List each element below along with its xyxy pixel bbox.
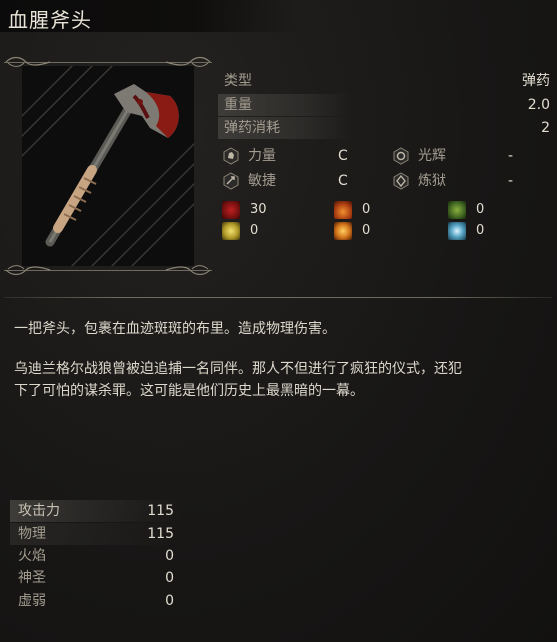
attack-label: 火焰: [18, 548, 46, 564]
fire-status-icon: [334, 201, 352, 219]
effect-value: 0: [362, 223, 371, 238]
scaling-grade: C: [338, 173, 348, 189]
explosion-icon: [334, 222, 352, 240]
attack-row-physical: 物理 115: [10, 523, 178, 545]
attack-value: 115: [147, 526, 174, 542]
attack-value: 0: [165, 593, 174, 609]
attack-label: 神圣: [18, 570, 46, 586]
scaling-label: 炼狱: [418, 173, 446, 189]
radiance-icon: [393, 147, 409, 165]
effect-holy: 0: [222, 221, 332, 241]
bleed-icon: [222, 201, 240, 219]
effect-poison: 0: [448, 200, 557, 220]
effect-fire: 0: [334, 200, 444, 220]
item-image: [22, 66, 194, 266]
effect-bleed: 30: [222, 200, 332, 220]
strength-icon: [223, 147, 239, 165]
attack-row-holy: 神圣 0: [10, 567, 178, 589]
effect-value: 0: [476, 223, 485, 238]
weight-row: 重量 2.0: [218, 94, 552, 116]
attack-value: 0: [165, 570, 174, 586]
effect-value: 0: [250, 223, 259, 238]
dexterity-icon: [223, 172, 239, 190]
frost-icon: [448, 222, 466, 240]
description-line-3: 下了可怕的谋杀罪。这可能是他们历史上最黑暗的一幕。: [14, 383, 364, 399]
description-line-2: 乌迪兰格尔战狼曾被迫追捕一名同伴。那人不但进行了疯狂的仪式，还犯: [14, 361, 462, 377]
section-divider: [4, 297, 552, 298]
ammo-cost-row: 弹药消耗 2: [218, 117, 552, 139]
effect-value: 0: [476, 202, 485, 217]
item-title: 血腥斧头: [8, 8, 92, 32]
type-label: 类型: [224, 73, 252, 89]
poison-icon: [448, 201, 466, 219]
attack-row-fire: 火焰 0: [10, 545, 178, 567]
scaling-label: 力量: [248, 148, 276, 164]
scaling-grade: -: [508, 148, 514, 164]
purgatory-icon: [393, 172, 409, 190]
type-value: 弹药: [522, 73, 550, 89]
type-row: 类型 弹药: [218, 70, 552, 92]
weight-value: 2.0: [527, 97, 550, 113]
scaling-label: 光辉: [418, 148, 446, 164]
attack-value: 0: [165, 548, 174, 564]
ammo-cost-value: 2: [541, 120, 550, 136]
attack-row-weak: 虚弱 0: [10, 590, 178, 612]
attack-power-label: 攻击力: [18, 503, 60, 519]
scaling-label: 敏捷: [248, 173, 276, 189]
attack-power-value: 115: [147, 503, 174, 519]
ammo-cost-label: 弹药消耗: [224, 120, 280, 136]
item-detail-panel: 血腥斧头 类型 弹药 重量 2.0 弹药消耗 2 力量 C 光辉 - 敏捷 C …: [0, 0, 557, 642]
weight-label: 重量: [224, 97, 252, 113]
effect-value: 0: [362, 202, 371, 217]
bloody-axe-icon: [22, 66, 194, 266]
effect-explosion: 0: [334, 221, 444, 241]
scaling-grade: -: [508, 173, 514, 189]
attack-power-header: 攻击力 115: [10, 500, 178, 522]
item-image-frame: [4, 48, 212, 284]
attack-label: 虚弱: [18, 593, 46, 609]
effect-value: 30: [250, 202, 267, 217]
holy-status-icon: [222, 222, 240, 240]
scaling-grade: C: [338, 148, 348, 164]
effect-frost: 0: [448, 221, 557, 241]
description-line-1: 一把斧头，包裹在血迹斑斑的布里。造成物理伤害。: [14, 321, 336, 337]
attack-label: 物理: [18, 526, 46, 542]
